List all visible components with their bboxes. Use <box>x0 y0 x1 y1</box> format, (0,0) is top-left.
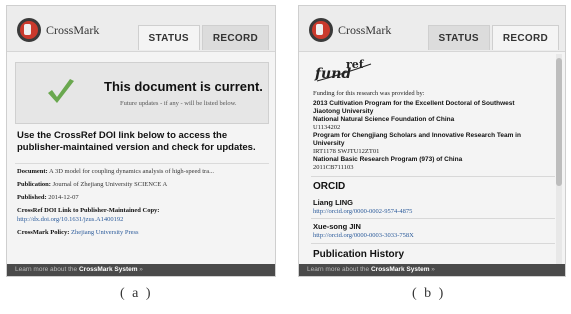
instruction-text: Use the CrossRef DOI link below to acces… <box>17 130 256 153</box>
divider <box>311 176 555 177</box>
footer-text: Learn more about the <box>307 266 371 273</box>
footer-link[interactable]: CrossMark System <box>79 266 138 273</box>
publication-row: Publication: Journal of Zhejiang Univers… <box>17 181 167 188</box>
tab-status[interactable]: STATUS <box>427 25 490 50</box>
panel-header: CrossMark STATUS RECORD <box>7 6 275 52</box>
scrollbar[interactable] <box>556 54 562 264</box>
funder-name: Program for Chengjiang Scholars and Inno… <box>313 132 521 139</box>
crossmark-logo: CrossMark <box>309 18 391 42</box>
tab-bar: STATUS RECORD <box>426 25 559 50</box>
author-name: Xue-song JIN <box>313 222 361 231</box>
panel-footer: Learn more about the CrossMark System » <box>299 264 565 276</box>
divider <box>15 163 269 164</box>
funder-name: 2013 Cultivation Program for the Excelle… <box>313 100 515 107</box>
orcid-link[interactable]: http://orcid.org/0000-0002-9574-4875 <box>313 208 412 215</box>
document-row: Document: A 3D model for coupling dynami… <box>17 168 214 175</box>
crossmark-logo-text: CrossMark <box>338 22 392 37</box>
status-subtitle: Future updates - if any - will be listed… <box>120 100 237 107</box>
crossmark-logo-text: CrossMark <box>46 22 100 37</box>
funder-award-id: IRT1178 SWJTU12ZT01 <box>313 148 380 155</box>
tab-bar: STATUS RECORD <box>136 25 269 50</box>
funder-name-cont: University <box>313 140 345 147</box>
footer-link[interactable]: CrossMark System <box>371 266 430 273</box>
panel-footer: Learn more about the CrossMark System » <box>7 264 275 276</box>
author-name: Liang LING <box>313 198 353 207</box>
policy-label: CrossMark Policy: <box>17 229 70 236</box>
funder-name-cont: Jiaotong University <box>313 108 374 115</box>
policy-row: CrossMark Policy: Zhejiang University Pr… <box>17 229 139 236</box>
crossmark-record-panel: CrossMark STATUS RECORD fund ref Funding… <box>298 5 566 277</box>
doi-label: CrossRef DOI Link to Publisher-Maintaine… <box>17 207 160 214</box>
published-label: Published: <box>17 194 47 201</box>
document-value: A 3D model for coupling dynamics analysi… <box>48 168 214 175</box>
funder-award-id: 2011CB711103 <box>313 164 354 171</box>
fundref-logo: fund ref <box>314 58 372 82</box>
tab-record[interactable]: RECORD <box>201 25 269 50</box>
doi-link[interactable]: http://dx.doi.org/10.1631/jzus.A1400192 <box>17 216 123 223</box>
orcid-heading: ORCID <box>313 181 346 192</box>
tab-record[interactable]: RECORD <box>491 25 559 50</box>
status-box: This document is current. Future updates… <box>15 62 269 124</box>
footer-text: Learn more about the <box>15 266 79 273</box>
panel-header: CrossMark STATUS RECORD <box>299 6 565 52</box>
doi-row: http://dx.doi.org/10.1631/jzus.A1400192 <box>17 216 123 223</box>
crossmark-status-panel: CrossMark STATUS RECORD This document is… <box>6 5 276 277</box>
crossmark-logo: CrossMark <box>17 18 99 42</box>
published-row: Published: 2014-12-07 <box>17 194 79 201</box>
funder-award-id: U1134202 <box>313 124 341 131</box>
policy-link[interactable]: Zhejiang University Press <box>71 229 139 236</box>
funding-intro: Funding for this research was provided b… <box>313 90 425 97</box>
scrollbar-thumb[interactable] <box>556 58 562 186</box>
crossmark-logo-icon <box>309 18 333 42</box>
footer-arrow: » <box>137 266 143 273</box>
status-title: This document is current. <box>104 79 263 94</box>
publication-label: Publication: <box>17 181 51 188</box>
checkmark-icon <box>48 79 74 103</box>
orcid-link[interactable]: http://orcid.org/0000-0003-3033-758X <box>313 232 414 239</box>
footer-arrow: » <box>429 266 435 273</box>
published-value: 2014-12-07 <box>48 194 79 201</box>
document-label: Document: <box>17 168 48 175</box>
divider <box>311 243 555 244</box>
funder-name: National Natural Science Foundation of C… <box>313 116 455 123</box>
caption-b: ( b ) <box>412 286 446 301</box>
divider <box>311 218 555 219</box>
caption-a: ( a ) <box>120 286 153 301</box>
publication-value: Journal of Zhejiang University SCIENCE A <box>52 181 168 188</box>
crossmark-logo-icon <box>17 18 41 42</box>
tab-status[interactable]: STATUS <box>137 25 200 50</box>
publication-history-heading: Publication History <box>313 249 405 260</box>
funder-name: National Basic Research Program (973) of… <box>313 156 463 163</box>
